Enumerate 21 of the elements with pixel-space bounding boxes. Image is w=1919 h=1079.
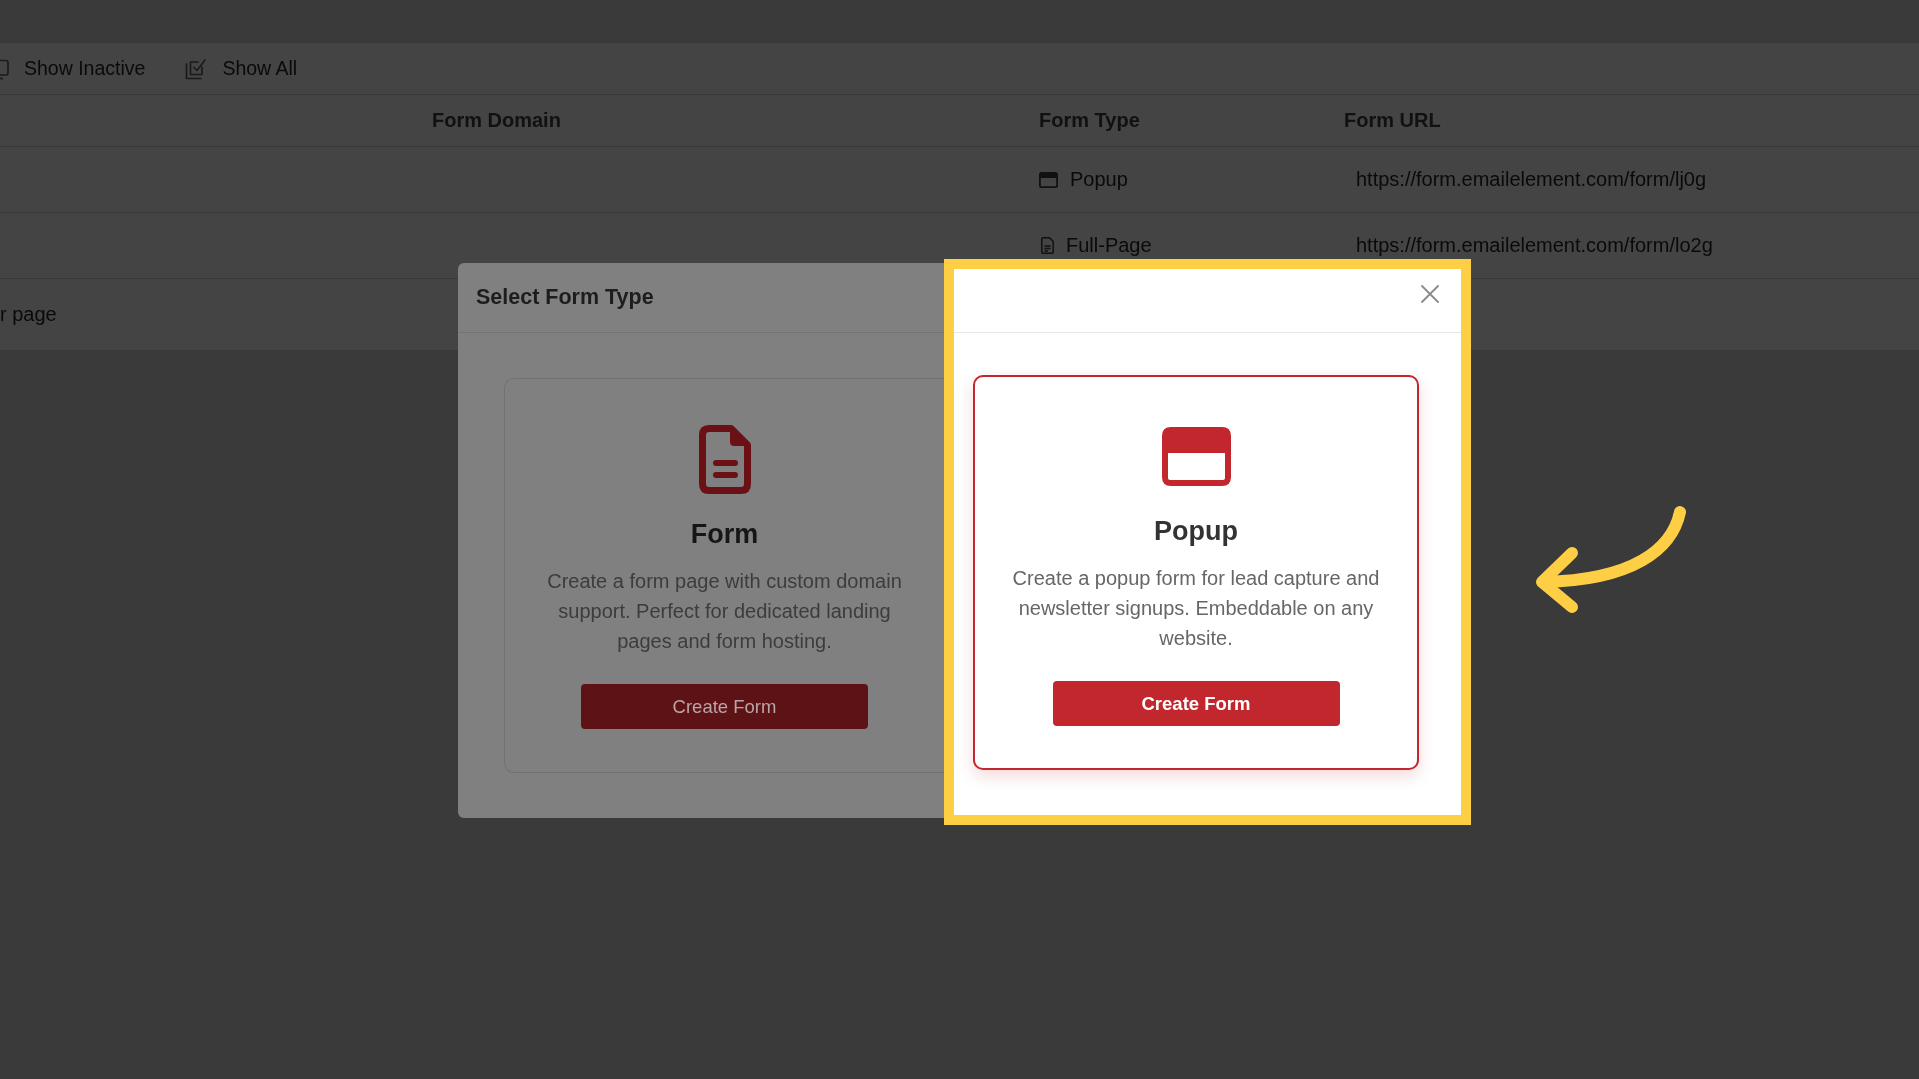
close-icon (1421, 285, 1439, 303)
create-form-button[interactable]: Create Form (1052, 681, 1340, 726)
window-icon (1039, 171, 1058, 188)
table-cell: Popup (1070, 168, 1128, 191)
url-link[interactable]: https://form.emailelement.com/form/lj0g (1344, 168, 1707, 191)
card-title: Form (690, 518, 759, 551)
document-icon (1041, 237, 1054, 254)
close-button[interactable] (1421, 285, 1439, 303)
table-cell: Full-Page (1066, 234, 1152, 257)
card-title: Popup (1154, 515, 1238, 548)
toolbar-button[interactable]: Show All (184, 56, 298, 81)
card-description: Create a form page with custom domain support. Perfect for dedicated landing pages and form hosting. (546, 569, 903, 654)
card-description: Create a popup form for lead capture and newsletter signups. Embeddable on any website. (1011, 566, 1381, 651)
checked-square-icon (184, 56, 209, 81)
window-icon (1161, 427, 1231, 486)
create-form-button[interactable]: Create Form (581, 684, 868, 729)
pagination-label: r page (0, 303, 57, 326)
dialog-title: Select Form Type (476, 285, 654, 310)
toolbar-button[interactable]: Show Inactive (0, 56, 146, 81)
document-icon (698, 425, 751, 494)
url-link[interactable]: https://form.emailelement.com/form/lo2g (1344, 234, 1713, 257)
